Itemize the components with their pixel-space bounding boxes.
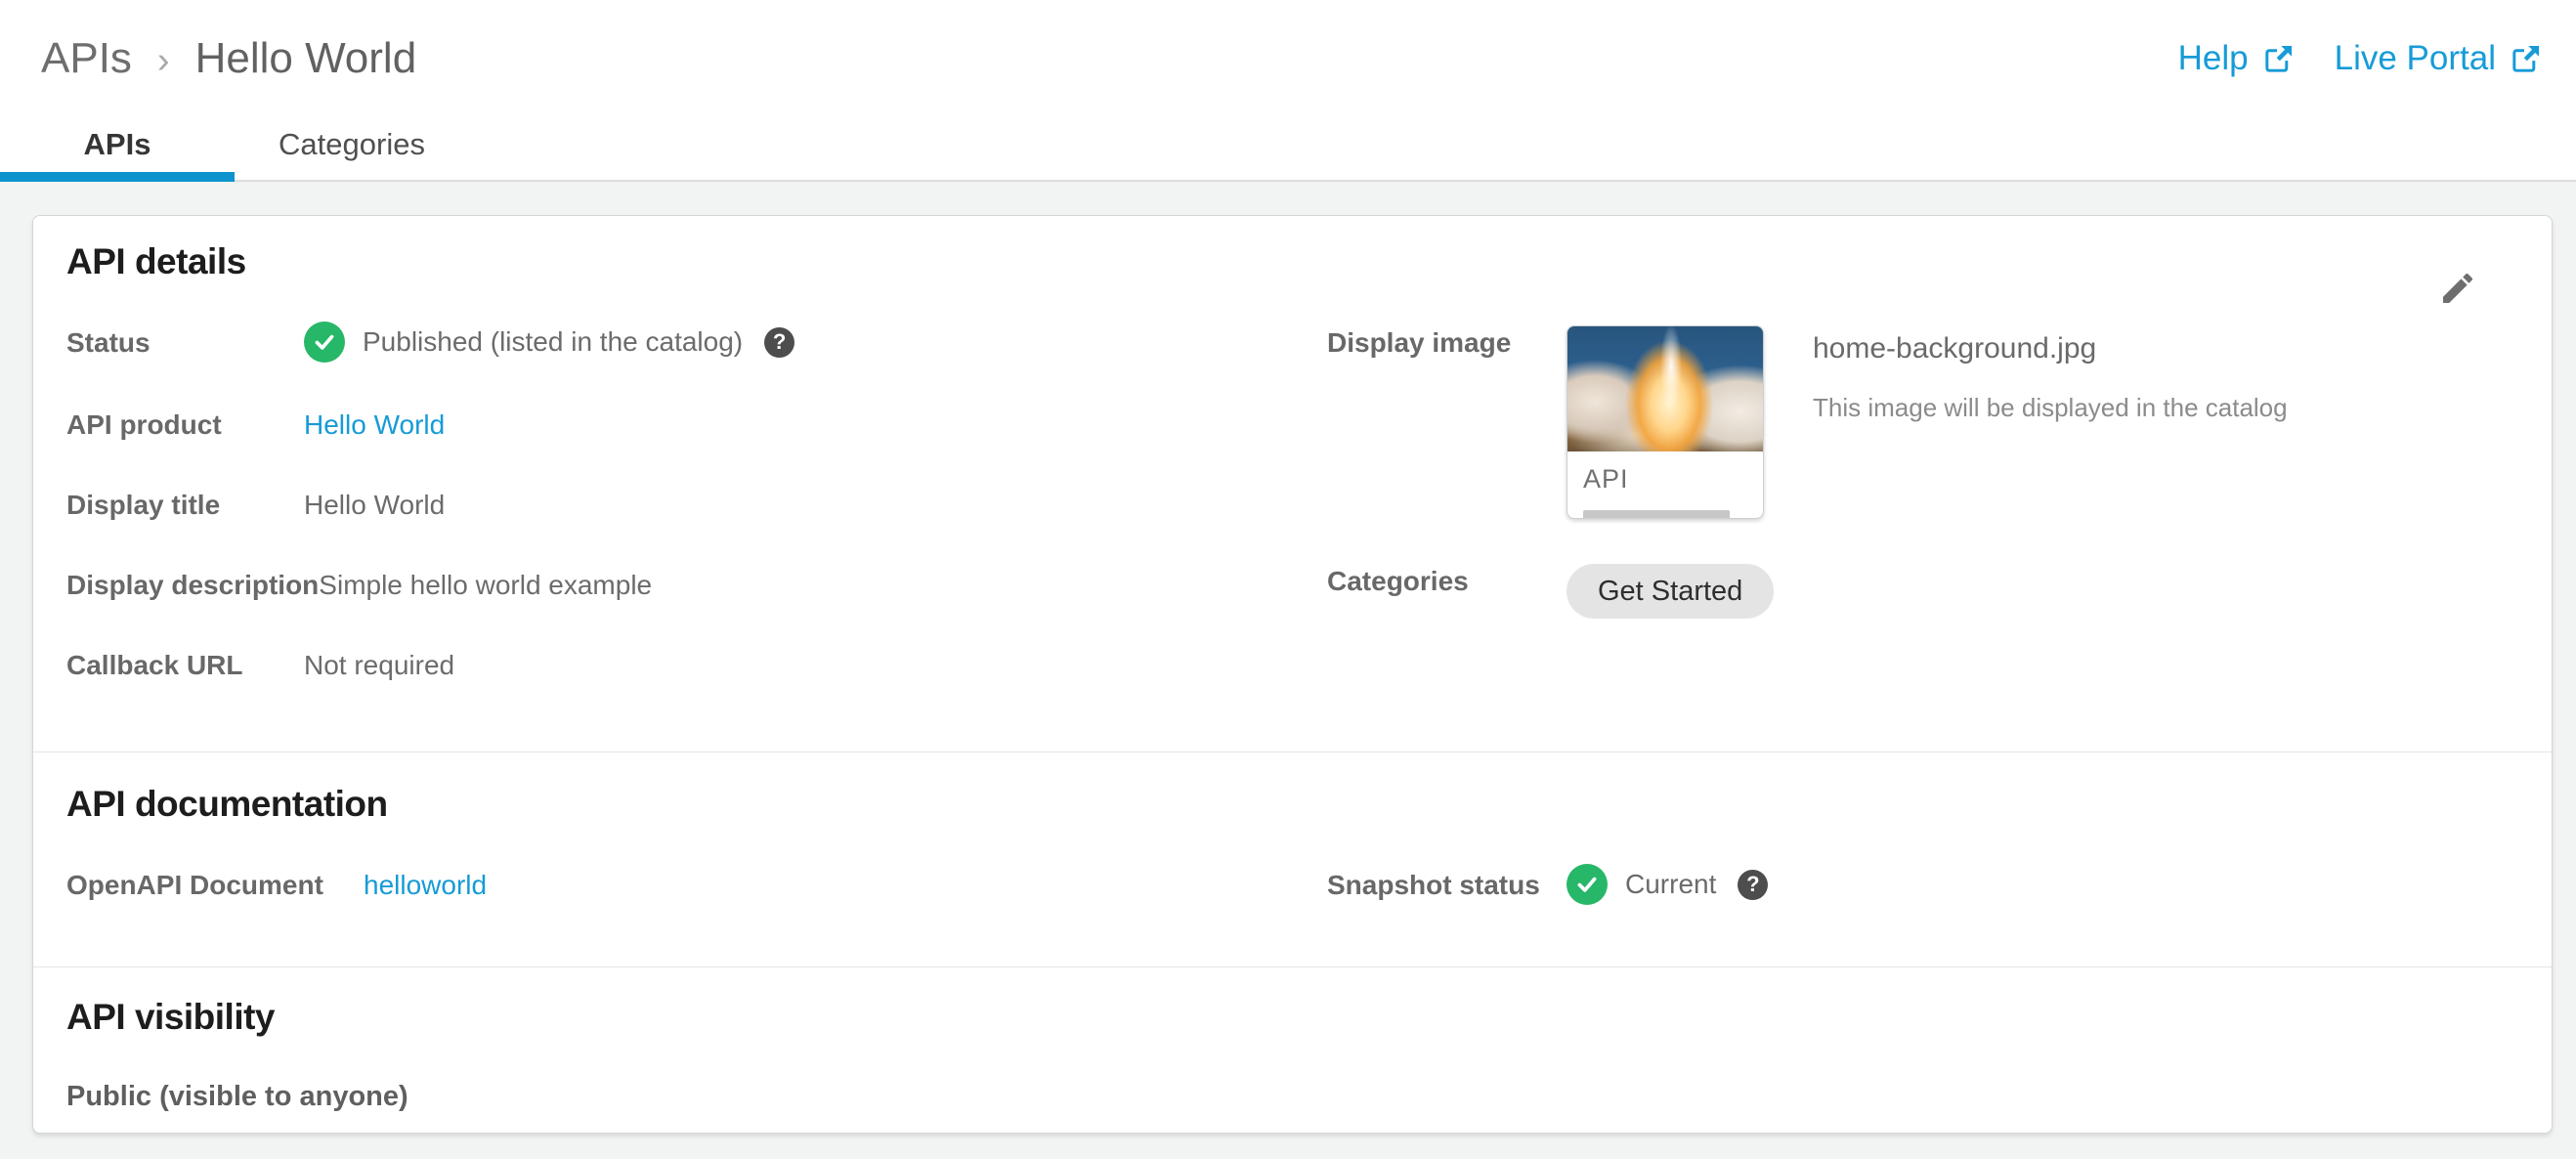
main-content: API details Status Published (listed in … [0,182,2576,1159]
categories-label: Categories [1327,566,1469,596]
edit-button[interactable] [2438,269,2481,312]
display-title-label: Display title [66,490,221,520]
help-icon[interactable]: ? [764,326,795,358]
section-api-documentation: API documentation OpenAPI Document hello… [33,751,2552,966]
openapi-document-row: OpenAPI Document helloworld [66,868,1327,903]
section-title-api-visibility: API visibility [66,997,276,1037]
openapi-document-link[interactable]: helloworld [364,868,487,903]
category-tag: Get Started [1567,564,1775,619]
help-link[interactable]: Help [2178,39,2296,78]
live-portal-link-label: Live Portal [2334,39,2496,77]
display-description-label: Display description [66,570,320,600]
api-product-row: API product Hello World [66,408,1327,443]
chevron-right-icon: › [156,39,170,81]
display-image-label: Display image [1327,327,1512,358]
api-product-label: API product [66,409,222,440]
status-value: Published (listed in the catalog) [363,326,744,357]
tab-categories[interactable]: Categories [235,109,469,180]
display-image-thumbnail: API [1567,325,1764,519]
callback-url-value: Not required [304,650,455,680]
help-icon[interactable]: ? [1738,869,1769,900]
section-api-visibility: API visibility Public (visible to anyone… [33,966,2552,1133]
live-portal-link[interactable]: Live Portal [2335,39,2543,78]
display-title-value: Hello World [304,490,446,520]
image-filename: home-background.jpg [1813,332,2097,365]
callback-url-label: Callback URL [66,650,243,680]
help-link-label: Help [2177,39,2249,77]
status-label: Status [66,327,150,358]
categories-row: Categories Get Started [1327,564,2512,619]
placeholder-bar [1583,510,1730,518]
display-description-row: Display description Simple hello world e… [66,568,1327,603]
check-circle-icon [1567,864,1608,905]
api-details-card: API details Status Published (listed in … [32,215,2553,1134]
tab-bar: APIs Categories [0,109,2576,182]
tab-apis[interactable]: APIs [0,109,235,182]
snapshot-status-row: Snapshot status Current ? [1327,864,2512,905]
breadcrumb-item-apis[interactable]: APIs [41,34,132,83]
rocket-launch-photo [1567,326,1763,451]
section-title-api-documentation: API documentation [66,784,388,824]
image-note: This image will be displayed in the cata… [1813,393,2288,422]
breadcrumb-item-current: Hello World [194,34,417,82]
snapshot-status-value: Current [1625,869,1717,899]
header-links: Help Live Portal [2178,39,2543,78]
status-row: Status Published (listed in the catalog)… [66,322,1327,363]
page-header: APIs › Hello World Help Live Portal [0,0,2576,109]
display-description-value: Simple hello world example [319,570,653,600]
display-title-row: Display title Hello World [66,488,1327,523]
snapshot-status-label: Snapshot status [1327,870,1540,900]
thumbnail-caption: API [1583,464,1629,494]
external-link-icon [2510,42,2543,75]
section-title-api-details: API details [66,241,246,281]
openapi-document-label: OpenAPI Document [66,870,323,900]
section-api-details: API details Status Published (listed in … [33,216,2552,751]
display-image-row: Display image API home-background.jpg Th… [1327,325,2512,519]
breadcrumb: APIs › Hello World [41,34,416,83]
check-circle-icon [304,322,345,363]
visibility-value: Public (visible to anyone) [66,1081,408,1112]
api-product-link[interactable]: Hello World [304,408,445,443]
callback-url-row: Callback URL Not required [66,648,1327,683]
pencil-icon [2438,273,2477,312]
external-link-icon [2262,42,2296,75]
